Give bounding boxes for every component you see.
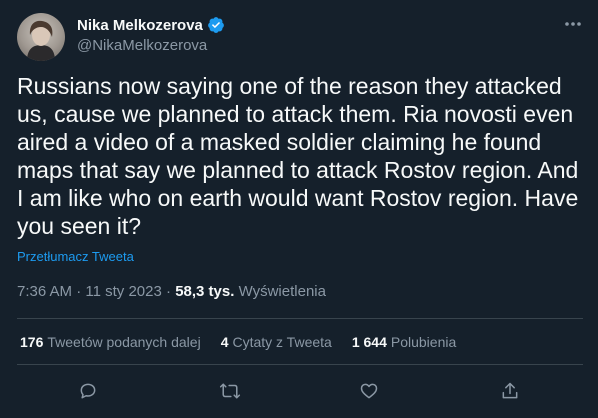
engagement-stats: 176 Tweetów podanych dalej 4 Cytaty z Twee…	[20, 334, 476, 350]
divider	[17, 318, 583, 319]
retweets-label: Tweetów podanych dalej	[47, 334, 201, 350]
heart-icon[interactable]	[356, 378, 382, 404]
quotes-label: Cytaty z Tweeta	[232, 334, 332, 350]
quotes-count: 4	[220, 334, 229, 350]
more-icon[interactable]	[563, 14, 583, 34]
likes-label: Polubienia	[390, 334, 457, 350]
retweets-stat[interactable]: 176 Tweetów podanych dalej	[20, 334, 201, 350]
divider	[17, 364, 583, 365]
tweet-date[interactable]: 11 sty 2023	[85, 283, 161, 300]
views-label: Wyświetlenia	[238, 283, 326, 300]
retweets-count: 176	[20, 334, 44, 350]
tweet-meta: 7:36 AM · 11 sty 2023 · 58,3 tys. Wyświe…	[17, 283, 326, 300]
meta-separator: ·	[76, 283, 82, 300]
action-bar	[0, 378, 598, 404]
tweet-card: Nika Melkozerova @NikaMelkozerova Russia…	[0, 0, 598, 418]
tweet-text: Russians now saying one of the reason th…	[17, 73, 579, 239]
views-count: 58,3 tys.	[175, 283, 235, 300]
retweet-icon[interactable]	[217, 378, 243, 404]
reply-icon[interactable]	[75, 378, 101, 404]
author-row: Nika Melkozerova	[77, 16, 225, 34]
avatar[interactable]	[17, 13, 65, 61]
verified-badge-icon	[207, 16, 225, 34]
meta-separator: ·	[166, 283, 172, 300]
author-handle[interactable]: @NikaMelkozerova	[77, 37, 207, 54]
author-name[interactable]: Nika Melkozerova	[77, 17, 203, 34]
share-icon[interactable]	[497, 378, 523, 404]
likes-count: 1 644	[351, 334, 387, 350]
tweet-time[interactable]: 7:36 AM	[17, 283, 72, 300]
likes-stat[interactable]: 1 644 Polubienia	[352, 334, 456, 350]
translate-link[interactable]: Przetłumacz Tweeta	[17, 249, 134, 264]
quotes-stat[interactable]: 4 Cytaty z Tweeta	[221, 334, 332, 350]
